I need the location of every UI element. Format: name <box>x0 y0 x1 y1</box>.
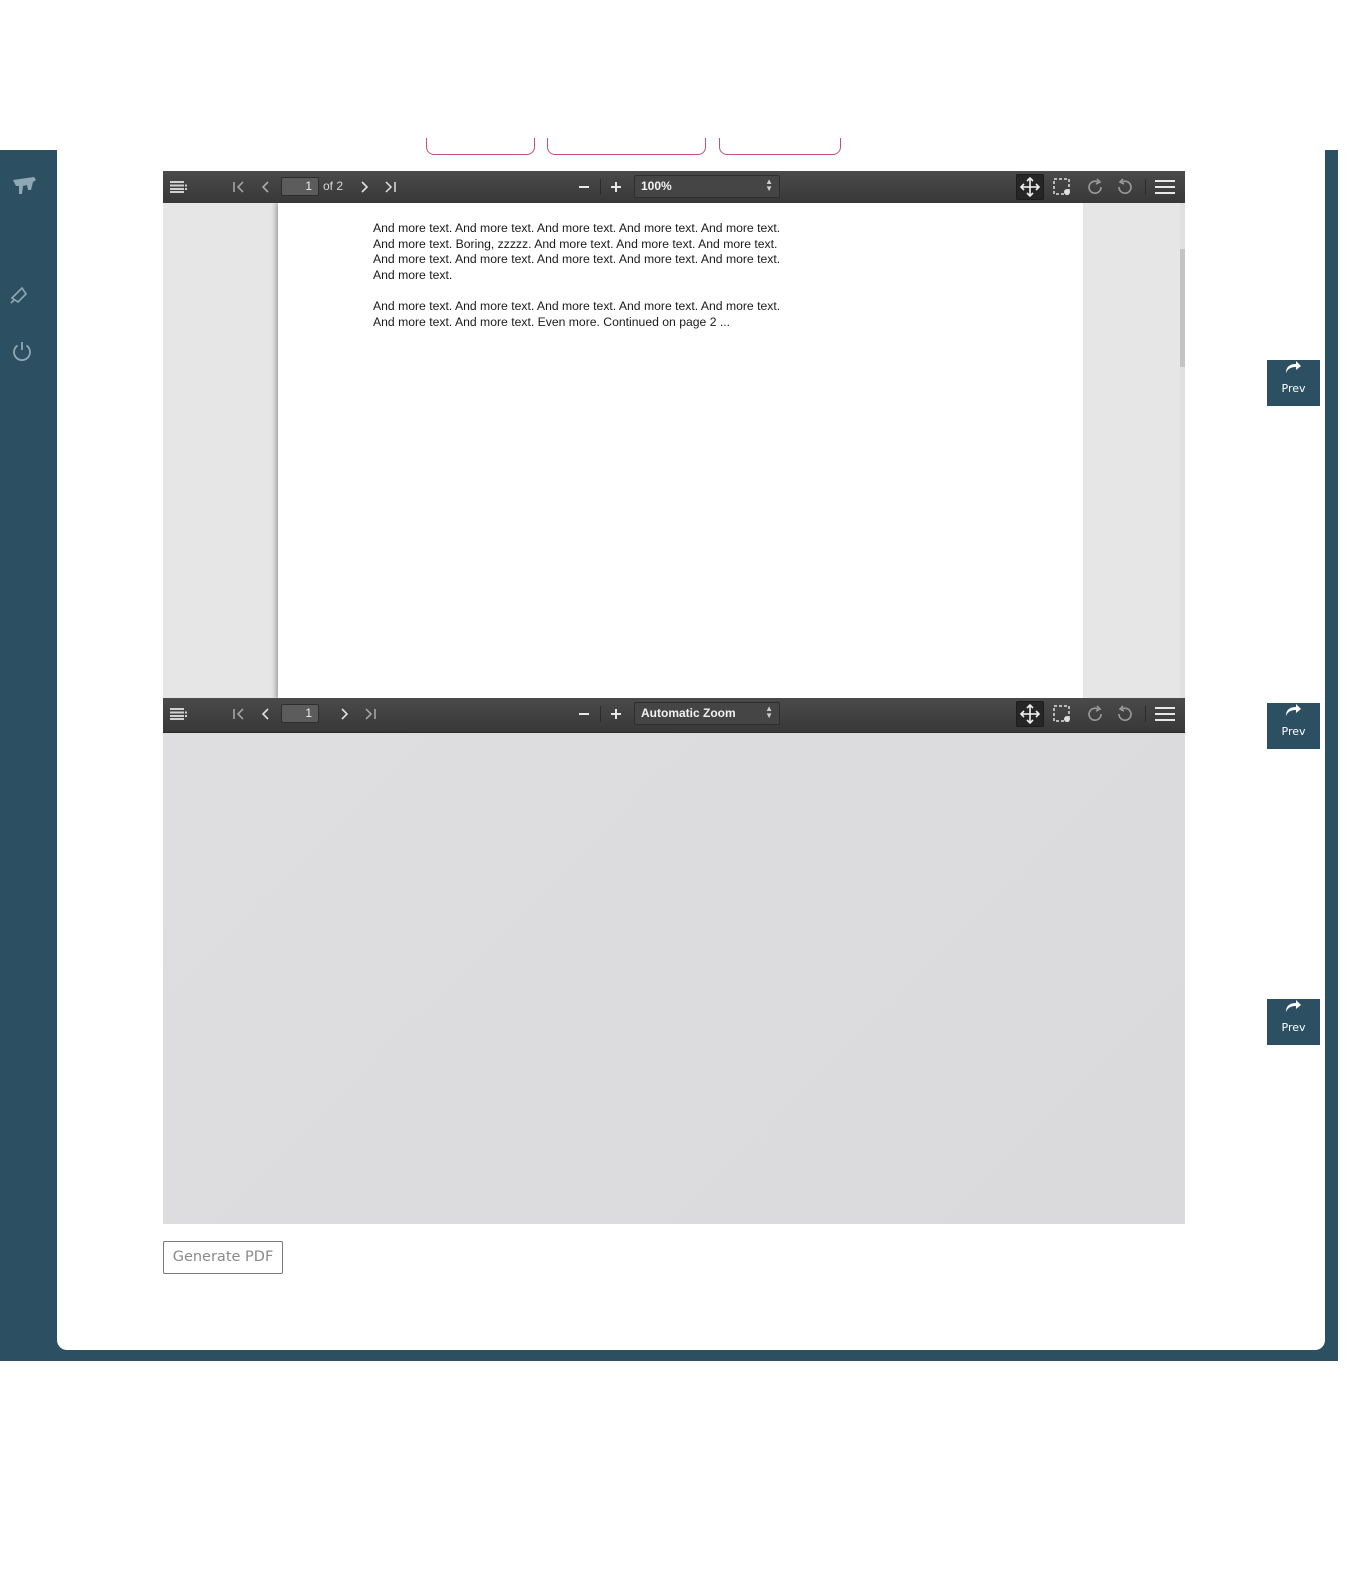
prev-button[interactable]: Prev <box>1267 703 1320 749</box>
next-page-icon[interactable] <box>355 171 375 203</box>
bell-icon[interactable] <box>8 284 30 306</box>
select-tool-icon[interactable] <box>1051 171 1073 203</box>
zoom-select-value: Automatic Zoom <box>641 706 736 720</box>
previous-page-icon[interactable] <box>255 698 275 730</box>
toolbar-separator <box>1145 706 1146 722</box>
power-icon[interactable] <box>11 340 33 362</box>
previous-page-icon[interactable] <box>255 171 275 203</box>
viewer-toolbar: 1 of 2 100% ▲ ▼ <box>163 171 1185 204</box>
page-count-label: of 2 <box>323 179 344 193</box>
select-arrows-icon: ▲ ▼ <box>765 177 773 193</box>
pdf-viewer-2: 1 Automatic Zoom ▲ ▼ <box>163 698 1185 1226</box>
first-page-icon[interactable] <box>229 171 249 203</box>
page-number-input[interactable]: 1 <box>281 177 319 196</box>
viewer-toolbar: 1 Automatic Zoom ▲ ▼ <box>163 698 1185 733</box>
pdf-viewer-1: 1 of 2 100% ▲ ▼ And more text. And more … <box>163 171 1185 699</box>
sidebar-toggle-icon[interactable] <box>167 698 191 730</box>
hand-tool-icon[interactable] <box>1019 171 1041 203</box>
toolbar-separator <box>600 706 601 722</box>
menu-icon[interactable] <box>1153 171 1177 203</box>
logo-icon[interactable] <box>10 174 38 198</box>
select-arrows-icon: ▲ ▼ <box>765 704 773 720</box>
redo-arrow-icon <box>1283 999 1303 1018</box>
rotate-cw-icon[interactable] <box>1084 698 1106 730</box>
zoom-in-icon[interactable] <box>606 171 626 203</box>
rotate-cw-icon[interactable] <box>1084 171 1106 203</box>
toolbar-separator <box>600 179 601 195</box>
prev-button[interactable]: Prev <box>1267 999 1320 1045</box>
scrollbar-thumb[interactable] <box>1180 249 1185 367</box>
prev-button[interactable]: Prev <box>1267 360 1320 406</box>
prev-button-label: Prev <box>1281 382 1306 395</box>
first-page-icon[interactable] <box>229 698 249 730</box>
last-page-icon[interactable] <box>380 171 400 203</box>
page-number-input[interactable]: 1 <box>281 704 319 723</box>
tab-stub-1[interactable] <box>426 138 535 155</box>
tab-stub-3[interactable] <box>719 138 841 155</box>
select-tool-icon[interactable] <box>1051 698 1073 730</box>
generate-pdf-button[interactable]: Generate PDF <box>163 1241 283 1274</box>
page-paragraph: And more text. And more text. And more t… <box>373 221 781 282</box>
zoom-in-icon[interactable] <box>606 698 626 730</box>
redo-arrow-icon <box>1283 703 1303 722</box>
pdf-page: And more text. And more text. And more t… <box>278 203 1083 699</box>
rotate-ccw-icon[interactable] <box>1114 698 1136 730</box>
menu-icon[interactable] <box>1153 698 1177 730</box>
page-paragraph: And more text. And more text. And more t… <box>373 299 781 329</box>
toolbar-separator <box>1145 179 1146 195</box>
hand-tool-icon[interactable] <box>1019 698 1041 730</box>
next-page-icon[interactable] <box>335 698 355 730</box>
zoom-out-icon[interactable] <box>574 698 594 730</box>
zoom-select[interactable]: 100% ▲ ▼ <box>634 175 780 198</box>
document-area[interactable]: And more text. And more text. And more t… <box>163 203 1185 699</box>
sidebar-toggle-icon[interactable] <box>167 171 191 203</box>
zoom-out-icon[interactable] <box>574 171 594 203</box>
last-page-icon[interactable] <box>360 698 380 730</box>
rotate-ccw-icon[interactable] <box>1114 171 1136 203</box>
tab-stub-2[interactable] <box>547 138 706 155</box>
document-area-empty[interactable] <box>163 733 1185 1224</box>
redo-arrow-icon <box>1283 360 1303 379</box>
prev-button-label: Prev <box>1281 1021 1306 1034</box>
prev-button-label: Prev <box>1281 725 1306 738</box>
zoom-select-value: 100% <box>641 179 672 193</box>
zoom-select[interactable]: Automatic Zoom ▲ ▼ <box>634 702 780 725</box>
